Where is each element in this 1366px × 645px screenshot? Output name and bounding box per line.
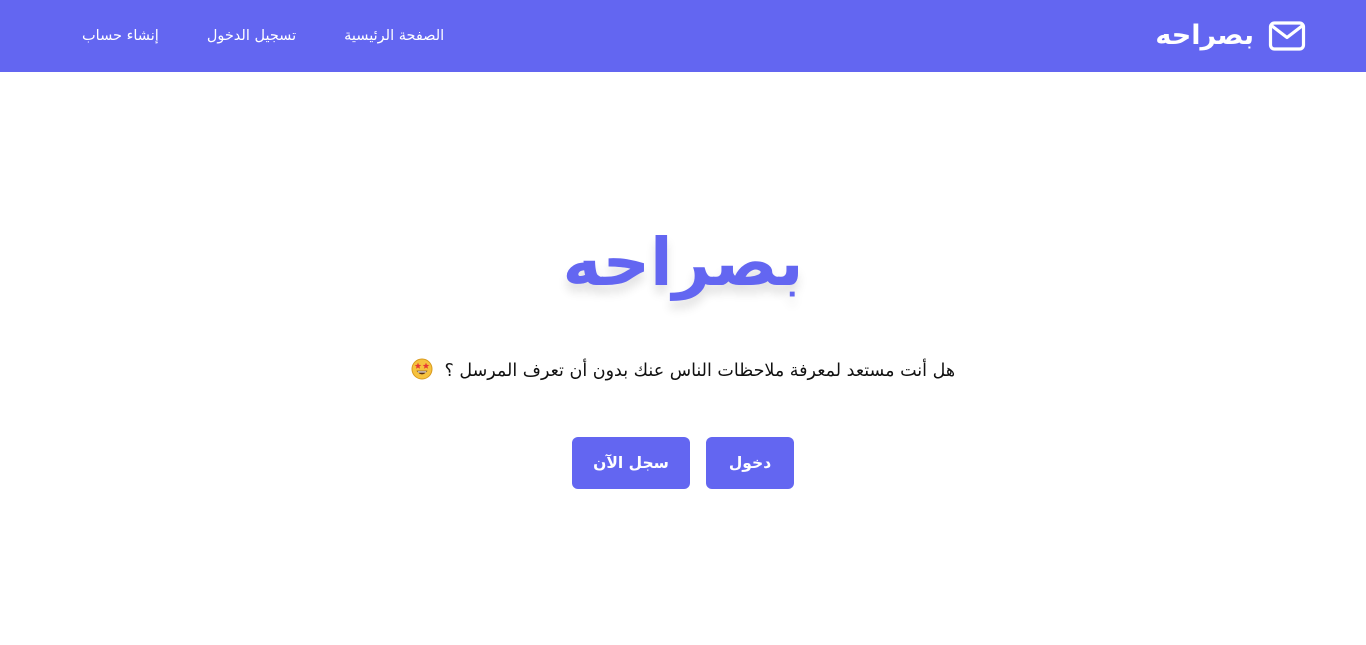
hero-actions: دخول سجل الآن <box>0 437 1366 489</box>
signup-now-button[interactable]: سجل الآن <box>572 437 690 489</box>
nav-links: الصفحة الرئيسية تسجيل الدخول إنشاء حساب <box>82 0 444 72</box>
envelope-icon <box>1268 21 1306 51</box>
nav-link-login[interactable]: تسجيل الدخول <box>207 28 296 44</box>
nav-link-home[interactable]: الصفحة الرئيسية <box>344 28 444 44</box>
hero-tagline: هل أنت مستعد لمعرفة ملاحظات الناس عنك بد… <box>0 356 1366 386</box>
hero-logo: بصراحه <box>562 224 804 301</box>
brand-logo-link[interactable]: بصراحه <box>1155 17 1306 55</box>
tagline-text: هل أنت مستعد لمعرفة ملاحظات الناس عنك بد… <box>444 361 956 381</box>
login-button[interactable]: دخول <box>706 437 794 489</box>
brand-name: بصراحه <box>1155 20 1254 51</box>
nav-link-register[interactable]: إنشاء حساب <box>82 28 159 44</box>
star-struck-emoji-icon <box>411 358 433 380</box>
top-navbar: بصراحه الصفحة الرئيسية تسجيل الدخول إنشا… <box>0 0 1366 72</box>
